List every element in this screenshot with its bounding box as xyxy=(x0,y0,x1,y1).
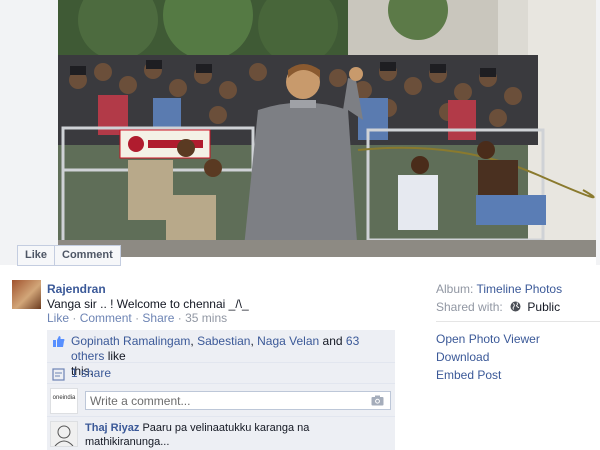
photo-margin-left xyxy=(0,0,58,265)
feedback-panel: Gopinath Ramalingam, Sabestian, Naga Vel… xyxy=(47,330,395,450)
separator: · xyxy=(72,311,77,325)
share-icon xyxy=(52,368,65,381)
shared-label: Shared with: xyxy=(436,300,503,314)
post-timestamp[interactable]: 35 mins xyxy=(185,311,227,325)
liker-name[interactable]: Naga Velan xyxy=(257,334,319,348)
comment-author[interactable]: Thaj Riyaz xyxy=(85,422,139,434)
album-label: Album: xyxy=(436,282,474,296)
separator: · xyxy=(135,311,140,325)
thumbs-up-icon xyxy=(53,336,65,347)
post-share-link[interactable]: Share xyxy=(142,311,174,325)
album-link[interactable]: Timeline Photos xyxy=(476,282,562,296)
photo-comment-button[interactable]: Comment xyxy=(54,246,120,265)
post-comment-link[interactable]: Comment xyxy=(80,311,132,325)
separator: · xyxy=(177,311,182,325)
camera-icon[interactable] xyxy=(371,395,384,406)
post-like-link[interactable]: Like xyxy=(47,311,69,325)
photo-viewer: Like Comment xyxy=(0,0,600,266)
post-author[interactable]: Rajendran xyxy=(47,282,106,296)
post-actions: Like · Comment · Share · 35 mins xyxy=(47,311,227,325)
album-info: Album: Timeline Photos xyxy=(436,282,562,296)
photo-like-comment-bar: Like Comment xyxy=(17,245,121,266)
liker-name[interactable]: Gopinath Ramalingam xyxy=(71,334,190,348)
likes-and: and xyxy=(322,334,343,348)
viewer-avatar-logo: oneindia xyxy=(52,395,76,401)
open-photo-viewer-link[interactable]: Open Photo Viewer xyxy=(436,332,540,346)
sidebar-divider xyxy=(436,321,600,322)
shares-link[interactable]: 1 share xyxy=(71,366,111,380)
comment-body: Thaj Riyaz Paaru pa velinaatukku karanga… xyxy=(85,421,385,449)
commenter-avatar-image xyxy=(54,425,74,447)
likes-suffix: like xyxy=(107,349,126,363)
post-photo[interactable] xyxy=(58,0,596,257)
download-link[interactable]: Download xyxy=(436,350,489,364)
photo-like-button[interactable]: Like xyxy=(18,246,54,265)
post-message: Vanga sir .. ! Welcome to chennai _/\_ xyxy=(47,297,249,311)
author-avatar[interactable] xyxy=(12,280,41,309)
privacy-info: Shared with: Public xyxy=(436,300,560,314)
viewer-avatar: oneindia xyxy=(50,388,78,414)
comment-composer: oneindia Write a comment... xyxy=(47,384,395,417)
comment-input-placeholder: Write a comment... xyxy=(90,394,191,408)
shares-summary: 1 share xyxy=(47,363,395,384)
photo-image xyxy=(58,0,596,257)
commenter-avatar[interactable] xyxy=(50,421,78,447)
embed-post-link[interactable]: Embed Post xyxy=(436,368,501,382)
photo-margin-right xyxy=(596,0,600,265)
globe-icon xyxy=(510,301,521,312)
comment-item: Thaj Riyaz Paaru pa velinaatukku karanga… xyxy=(47,417,395,450)
privacy-value[interactable]: Public xyxy=(527,300,560,314)
likes-summary: Gopinath Ramalingam, Sabestian, Naga Vel… xyxy=(47,330,395,378)
comment-input[interactable]: Write a comment... xyxy=(85,391,391,410)
liker-name[interactable]: Sabestian xyxy=(197,334,250,348)
